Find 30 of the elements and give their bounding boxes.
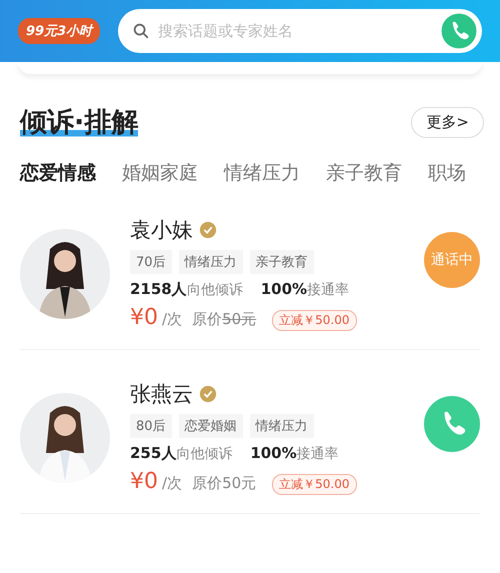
expert-tag: 80后 — [130, 414, 172, 438]
discount-badge: 立减￥50.00 — [272, 474, 357, 495]
expert-tag: 亲子教育 — [250, 250, 314, 274]
expert-name: 袁小妹 — [130, 217, 193, 244]
search-field[interactable]: 搜索话题或专家姓名 — [118, 9, 482, 53]
discount-badge: 立减￥50.00 — [272, 310, 357, 331]
price-unit: /次 — [162, 474, 182, 493]
listener-count: 2158人向他倾诉 — [130, 280, 243, 299]
category-tab[interactable]: 恋爱情感 — [20, 160, 96, 186]
price-unit: /次 — [162, 310, 182, 329]
price: ¥0 — [130, 469, 158, 494]
expert-tag: 情绪压力 — [178, 250, 243, 274]
answer-rate: 100%接通率 — [250, 444, 339, 463]
price: ¥0 — [130, 305, 158, 330]
listener-count: 255人向他倾诉 — [130, 444, 232, 463]
answer-rate: 100%接通率 — [260, 280, 350, 299]
expert-name: 张燕云 — [130, 381, 193, 408]
promo-badge[interactable]: 99元3小时 — [18, 18, 100, 44]
category-tab[interactable]: 职场 — [428, 160, 466, 186]
expert-tag: 情绪压力 — [250, 414, 314, 438]
phone-button[interactable] — [440, 12, 478, 50]
more-button[interactable]: 更多> — [411, 106, 484, 138]
phone-button[interactable] — [424, 396, 480, 452]
category-tab[interactable]: 亲子教育 — [326, 160, 402, 186]
expert-tag: 恋爱婚姻 — [178, 414, 243, 438]
original-price: 原价50元 — [192, 474, 256, 493]
original-price: 原价50元 — [192, 310, 256, 329]
category-tab[interactable]: 情绪压力 — [224, 160, 300, 186]
expert-tag: 70后 — [130, 250, 172, 274]
category-tab[interactable]: 婚姻家庭 — [122, 160, 198, 186]
